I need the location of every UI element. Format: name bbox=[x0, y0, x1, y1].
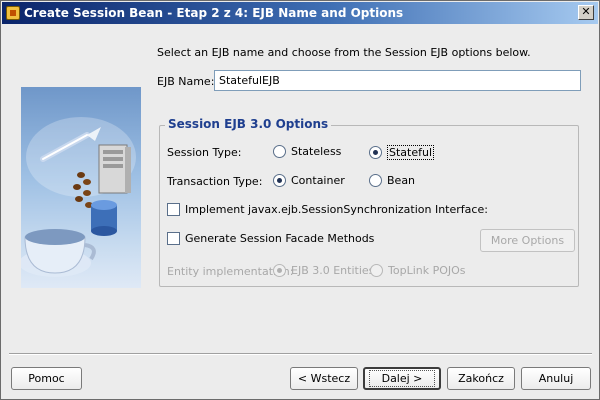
radio-toplink-pojos[interactable]: TopLink POJOs bbox=[370, 264, 466, 277]
radio-button-selected bbox=[273, 174, 286, 187]
session-type-label: Session Type: bbox=[167, 146, 242, 159]
radio-stateless[interactable]: Stateless bbox=[273, 145, 341, 158]
cancel-button[interactable]: Anuluj bbox=[521, 367, 591, 390]
radio-bean[interactable]: Bean bbox=[369, 174, 415, 187]
radio-ejb3-entities[interactable]: EJB 3.0 Entities bbox=[273, 264, 374, 277]
ejb-name-label: EJB Name: bbox=[157, 75, 215, 88]
implement-sync-checkbox[interactable]: Implement javax.ejb.SessionSynchronizati… bbox=[167, 203, 488, 216]
radio-button bbox=[369, 174, 382, 187]
generate-facade-checkbox[interactable]: Generate Session Facade Methods bbox=[167, 232, 374, 245]
session-options-title: Session EJB 3.0 Options bbox=[165, 117, 332, 131]
radio-button bbox=[273, 145, 286, 158]
more-options-button[interactable]: More Options bbox=[480, 229, 575, 252]
coffee-bean-server-illustration bbox=[21, 117, 136, 277]
radio-ejb3-entities-label: EJB 3.0 Entities bbox=[291, 264, 375, 277]
next-button-label: Dalej > bbox=[368, 370, 436, 387]
footer-separator bbox=[9, 353, 592, 355]
radio-button-disabled bbox=[370, 264, 383, 277]
close-button[interactable]: ✕ bbox=[578, 5, 594, 20]
radio-button-disabled-selected bbox=[273, 264, 286, 277]
finish-button[interactable]: Zakończ bbox=[447, 367, 515, 390]
title-bar: Create Session Bean - Etap 2 z 4: EJB Na… bbox=[2, 2, 598, 24]
back-button[interactable]: < Wstecz bbox=[290, 367, 358, 390]
next-button[interactable]: Dalej > bbox=[363, 367, 441, 390]
window-title: Create Session Bean - Etap 2 z 4: EJB Na… bbox=[24, 6, 404, 20]
ejb-name-input[interactable] bbox=[214, 70, 581, 91]
implement-sync-label: Implement javax.ejb.SessionSynchronizati… bbox=[185, 203, 488, 216]
checkbox-box bbox=[167, 232, 180, 245]
radio-container-label: Container bbox=[291, 174, 345, 187]
dialog-window: Create Session Bean - Etap 2 z 4: EJB Na… bbox=[0, 0, 600, 400]
bean-icon bbox=[6, 6, 20, 20]
radio-bean-label: Bean bbox=[387, 174, 416, 187]
instructions-text: Select an EJB name and choose from the S… bbox=[157, 46, 531, 59]
radio-button-selected bbox=[369, 146, 382, 159]
checkbox-box bbox=[167, 203, 180, 216]
radio-toplink-pojos-label: TopLink POJOs bbox=[388, 264, 466, 277]
radio-stateless-label: Stateless bbox=[291, 145, 342, 158]
help-button[interactable]: Pomoc bbox=[11, 367, 82, 390]
generate-facade-label: Generate Session Facade Methods bbox=[185, 232, 375, 245]
radio-stateful[interactable]: Stateful bbox=[369, 145, 435, 160]
wizard-illustration bbox=[21, 87, 141, 288]
radio-stateful-label: Stateful bbox=[387, 145, 435, 160]
transaction-type-label: Transaction Type: bbox=[167, 175, 263, 188]
radio-container[interactable]: Container bbox=[273, 174, 345, 187]
